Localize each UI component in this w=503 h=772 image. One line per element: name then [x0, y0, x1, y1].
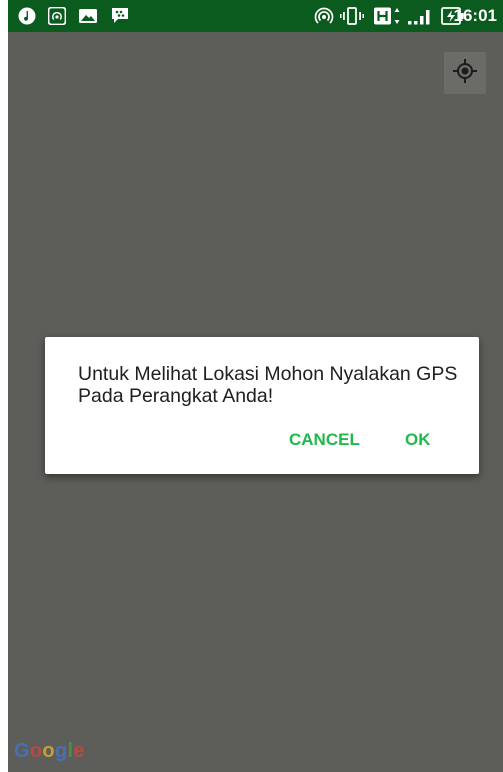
cancel-button[interactable]: CANCEL: [289, 427, 360, 453]
image-icon: [78, 7, 98, 25]
my-location-icon: [452, 58, 478, 89]
google-logo: Google: [14, 740, 85, 762]
hotspot-icon: [314, 7, 334, 25]
signal-icon: [408, 7, 434, 25]
status-time: 16:01: [453, 6, 497, 25]
music-icon: [18, 7, 36, 25]
gps-alert-dialog: Untuk Melihat Lokasi Mohon Nyalakan GPS …: [45, 337, 479, 474]
dialog-message: Untuk Melihat Lokasi Mohon Nyalakan GPS …: [78, 363, 458, 407]
vibrate-icon: [340, 7, 364, 25]
ok-button[interactable]: OK: [405, 427, 431, 453]
bbm-icon: [110, 7, 130, 25]
my-location-button[interactable]: [444, 52, 486, 94]
app-screen: 16:01 Google Untuk Melihat Lokasi Mohon …: [8, 0, 503, 772]
status-bar: 16:01: [8, 0, 503, 32]
hotspot-icon: [47, 6, 67, 26]
hspa-icon: [374, 7, 404, 25]
